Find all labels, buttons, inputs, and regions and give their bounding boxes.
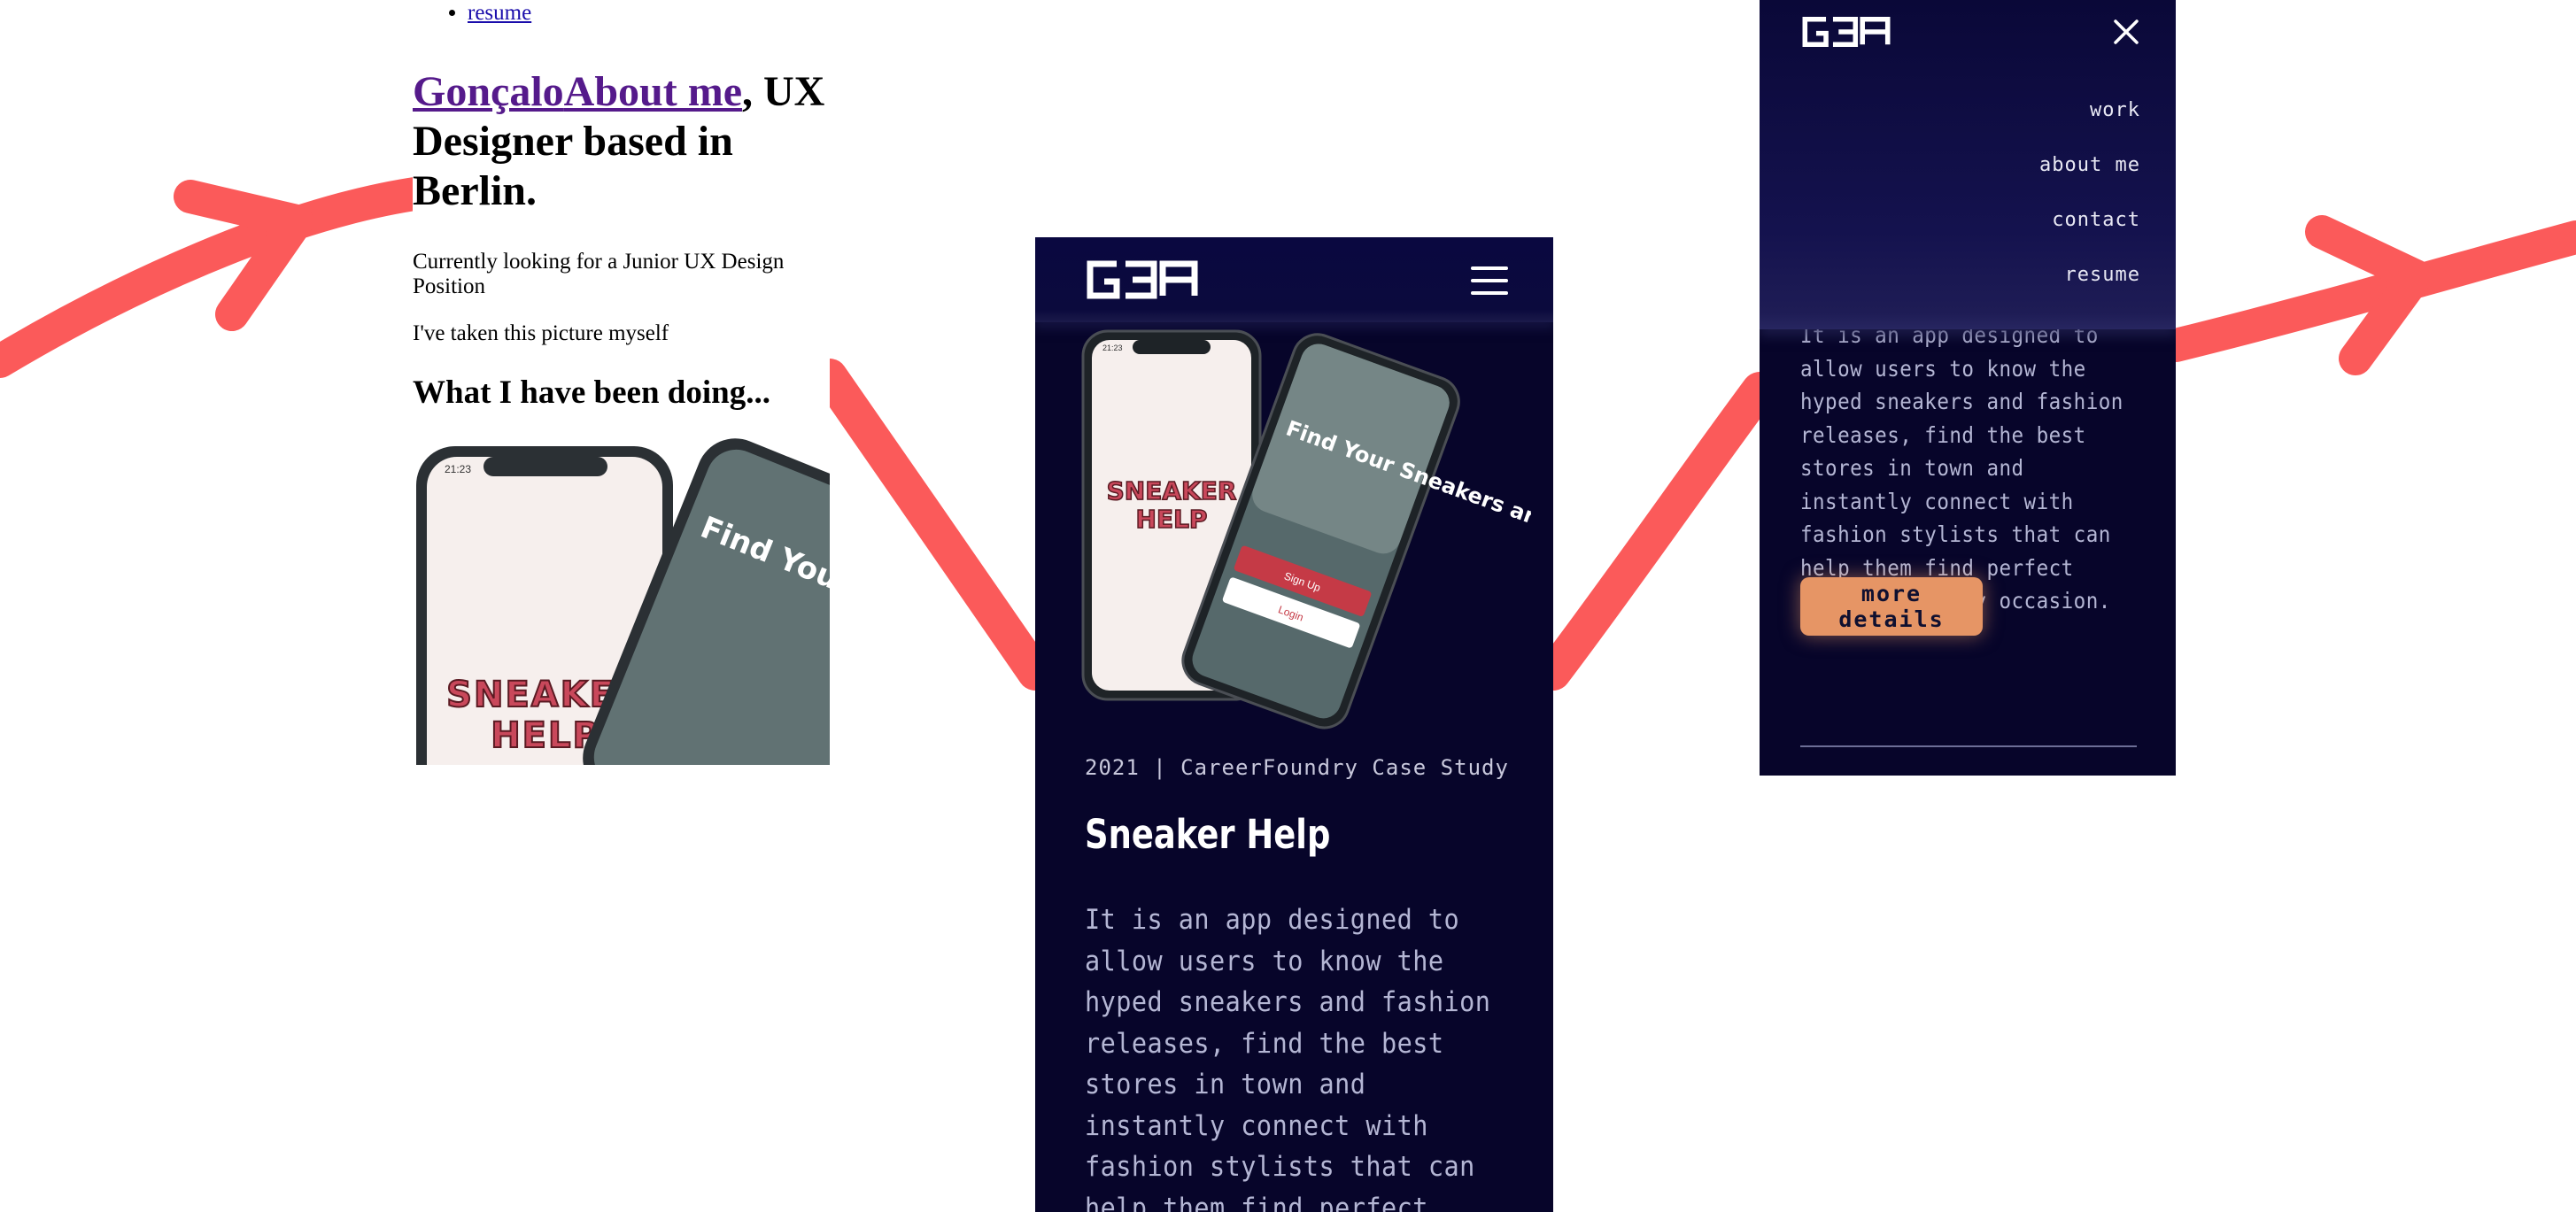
site-project-image: 21:23 SNEAKER HELP Find Your Sneakers an…	[1081, 329, 1531, 730]
unstyled-page-panel: contact resume GonçaloAbout me, UX Desig…	[413, 0, 830, 765]
raw-nav-resume-link[interactable]: resume	[468, 1, 531, 25]
raw-nav-list: contact resume	[413, 0, 531, 27]
menu-item-work[interactable]: work	[2090, 99, 2140, 121]
site-logo[interactable]	[1085, 259, 1200, 301]
raw-hero-comma: ,	[742, 68, 753, 115]
connector-2	[1536, 372, 1777, 691]
close-icon[interactable]	[2112, 18, 2140, 46]
menu-site-logo[interactable]	[1800, 15, 1892, 49]
project-title: Sneaker Help	[1085, 811, 1331, 858]
raw-hero-name-link[interactable]: Gonçalo	[413, 68, 564, 115]
raw-picture-caption: I've taken this picture myself	[413, 321, 669, 345]
styled-site-panel: 21:23 SNEAKER HELP Find Your Sneakers an…	[1035, 237, 1553, 1212]
menu-dropdown: work about me contact resume	[1760, 0, 2176, 329]
site-phone-logo-line2: HELP	[1136, 505, 1208, 534]
raw-project-image: 21:23 SNEAKER HELP Find Your Sneakers an…	[416, 438, 830, 765]
menu-project-description: It is an app designed to allow users to …	[1800, 322, 2123, 614]
project-description: It is an app designed to allow users to …	[1085, 904, 1491, 1212]
more-details-button[interactable]: more details	[1800, 577, 1983, 636]
menu-item-contact[interactable]: contact	[2052, 209, 2140, 231]
raw-hero-about-link[interactable]: About me	[564, 68, 742, 115]
hamburger-icon[interactable]	[1471, 266, 1508, 295]
menu-divider	[1800, 745, 2137, 747]
menu-item-about-me[interactable]: about me	[2039, 154, 2140, 176]
raw-status-time: 21:23	[445, 463, 471, 475]
site-phone-logo-line1: SNEAKER	[1107, 476, 1237, 506]
raw-hero-heading: GonçaloAbout me, UX Designer based in Be…	[413, 67, 830, 216]
raw-looking-text: Currently looking for a Junior UX Design…	[413, 250, 785, 298]
site-header	[1035, 237, 1553, 322]
menu-open-panel: It is an app designed to allow users to …	[1760, 0, 2176, 776]
project-meta: 2021 | CareerFoundry Case Study	[1085, 755, 1509, 780]
connector-1	[812, 359, 1053, 691]
menu-item-resume[interactable]: resume	[2065, 264, 2140, 286]
raw-section-heading: What I have been doing...	[413, 374, 770, 411]
site-phone-status-time: 21:23	[1102, 344, 1123, 352]
site-phone-left-notch	[1133, 340, 1211, 354]
raw-phone-left-notch	[483, 457, 607, 476]
